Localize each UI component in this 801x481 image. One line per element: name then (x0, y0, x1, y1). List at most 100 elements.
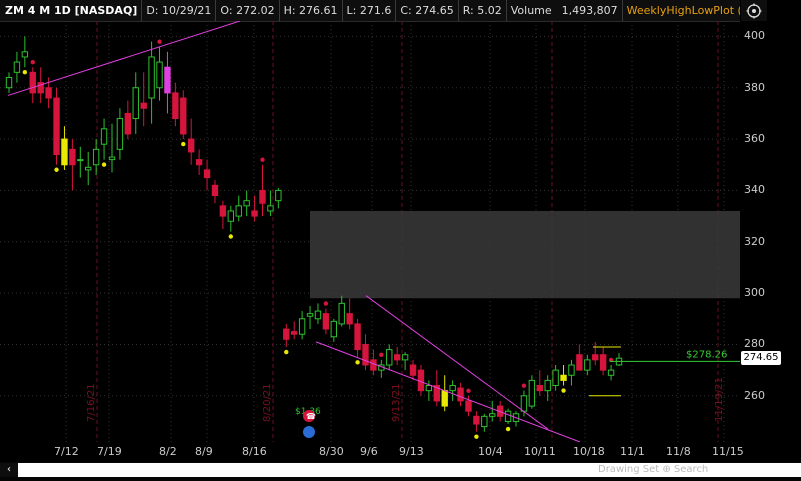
candle-body (528, 379, 536, 407)
candle-body (354, 323, 361, 351)
swing-low-dot (22, 70, 28, 75)
volume-value: 1,493,807 (561, 4, 618, 17)
candle-body (457, 387, 464, 402)
swing-low-dot (505, 426, 511, 432)
trendline-upper-july (7, 20, 241, 96)
swing-high-dot (30, 60, 35, 65)
price-axis[interactable]: 400 380 360 340 320 300 280 260 274.65 (740, 21, 801, 442)
weekly-high-label: $278.26 (686, 349, 727, 360)
candle-body (259, 189, 266, 204)
low-readout: L: 271.6 (343, 0, 397, 21)
event-date-label: 7/16/21 (86, 383, 97, 422)
event-date-label: 11/19/21 (714, 377, 725, 422)
candle-body (449, 385, 456, 392)
candle-body (592, 354, 599, 361)
candle-body (180, 97, 187, 135)
close-readout: C: 274.65 (396, 0, 459, 21)
candle-body (195, 159, 203, 166)
swing-high-dot (323, 301, 329, 306)
chart-header: ZM 4 M 1D [NASDAQ] D: 10/29/21 O: 272.02… (0, 0, 740, 22)
swing-low-dot (54, 167, 59, 172)
date-tick-label: 7/12 (54, 445, 79, 458)
candle-body (148, 56, 155, 99)
price-tick-label: 260 (744, 388, 765, 402)
candle-body (140, 102, 147, 109)
swing-low-dot (181, 141, 186, 147)
candle-body (338, 302, 345, 325)
date-tick-label: 8/9 (195, 445, 213, 458)
scroll-left-button[interactable]: ‹ (0, 463, 18, 477)
conference-icon (303, 426, 315, 438)
status-bar: ‹ Drawing Set ⊕ Search (0, 462, 801, 481)
candle-body (219, 205, 227, 217)
candle-body (576, 354, 583, 371)
swing-high-dot (379, 352, 384, 358)
swing-low-dot (561, 388, 566, 393)
price-tick-label: 320 (744, 234, 765, 248)
candle-body (584, 359, 591, 371)
date-tick-label: 8/2 (159, 445, 177, 458)
event-date-label: 9/13/21 (391, 383, 402, 422)
chart-settings-button[interactable] (741, 0, 767, 21)
candle-body (465, 400, 472, 412)
date-tick-label: 9/6 (360, 445, 378, 458)
high-readout: H: 276.61 (280, 0, 343, 21)
candle-body (298, 318, 306, 335)
candle-body (536, 385, 543, 392)
candle-body (425, 385, 433, 392)
candle-body (108, 156, 116, 161)
candle-body (291, 331, 298, 335)
candle-body (85, 166, 92, 171)
candle-body (77, 159, 84, 162)
candle-body (520, 395, 528, 412)
candle-body (124, 112, 132, 135)
date-tick-label: 10/4 (478, 445, 503, 458)
candle-body (116, 118, 124, 150)
date-tick-label: 11/15 (712, 445, 744, 458)
current-price-tag: 274.65 (741, 351, 781, 366)
volume-label: Volume (510, 4, 552, 17)
candle-body (489, 413, 496, 417)
date-tick-label: 8/30 (319, 445, 344, 458)
swing-low-dot (284, 349, 289, 355)
date-tick-label: 11/1 (620, 445, 645, 458)
candle-body (235, 205, 242, 217)
candle-body (61, 138, 68, 166)
swing-high-dot (466, 388, 471, 393)
candle-body (362, 343, 369, 366)
study-label[interactable]: WeeklyHighLowPlot (WEEK,... (623, 0, 740, 21)
candle-body (92, 148, 100, 166)
candle-body (370, 359, 377, 371)
date-readout: D: 10/29/21 (142, 0, 217, 21)
date-tick-label: 9/13 (399, 445, 424, 458)
date-tick-label: 10/18 (573, 445, 605, 458)
candle-body (132, 87, 139, 120)
candle-body (283, 328, 290, 340)
range-readout: R: 5.02 (459, 0, 507, 21)
date-tick-label: 11/8 (666, 445, 691, 458)
candle-body (607, 369, 615, 376)
time-axis[interactable]: 7/12 7/19 8/2 8/9 8/16 8/30 9/6 9/13 10/4 10/11 10… (0, 442, 744, 462)
candle-body (5, 76, 13, 89)
price-tick-label: 380 (744, 80, 765, 94)
gear-icon (746, 3, 762, 18)
candle-body (21, 51, 29, 58)
symbol-label[interactable]: ZM 4 M 1D [NASDAQ] (0, 0, 143, 21)
candle-body (409, 364, 417, 376)
candle-body (53, 97, 60, 155)
candle-body (45, 87, 52, 99)
price-chart[interactable]: 7/16/218/20/219/13/2111/19/21$278.26$1.3… (0, 20, 740, 443)
candle-body (599, 354, 607, 371)
swing-high-dot (260, 157, 265, 162)
candle-body (504, 410, 512, 422)
gap-zone (310, 210, 740, 299)
event-date-label: 8/20/21 (262, 383, 273, 422)
price-tick-label: 400 (744, 29, 765, 43)
drawing-toolbar[interactable]: Drawing Set ⊕ Search (598, 464, 708, 475)
candle-body (473, 415, 480, 425)
candle-body (164, 66, 171, 94)
candle-body (441, 390, 448, 407)
candle-body (322, 313, 330, 330)
candle-body (306, 313, 314, 317)
candle-body (401, 354, 409, 361)
